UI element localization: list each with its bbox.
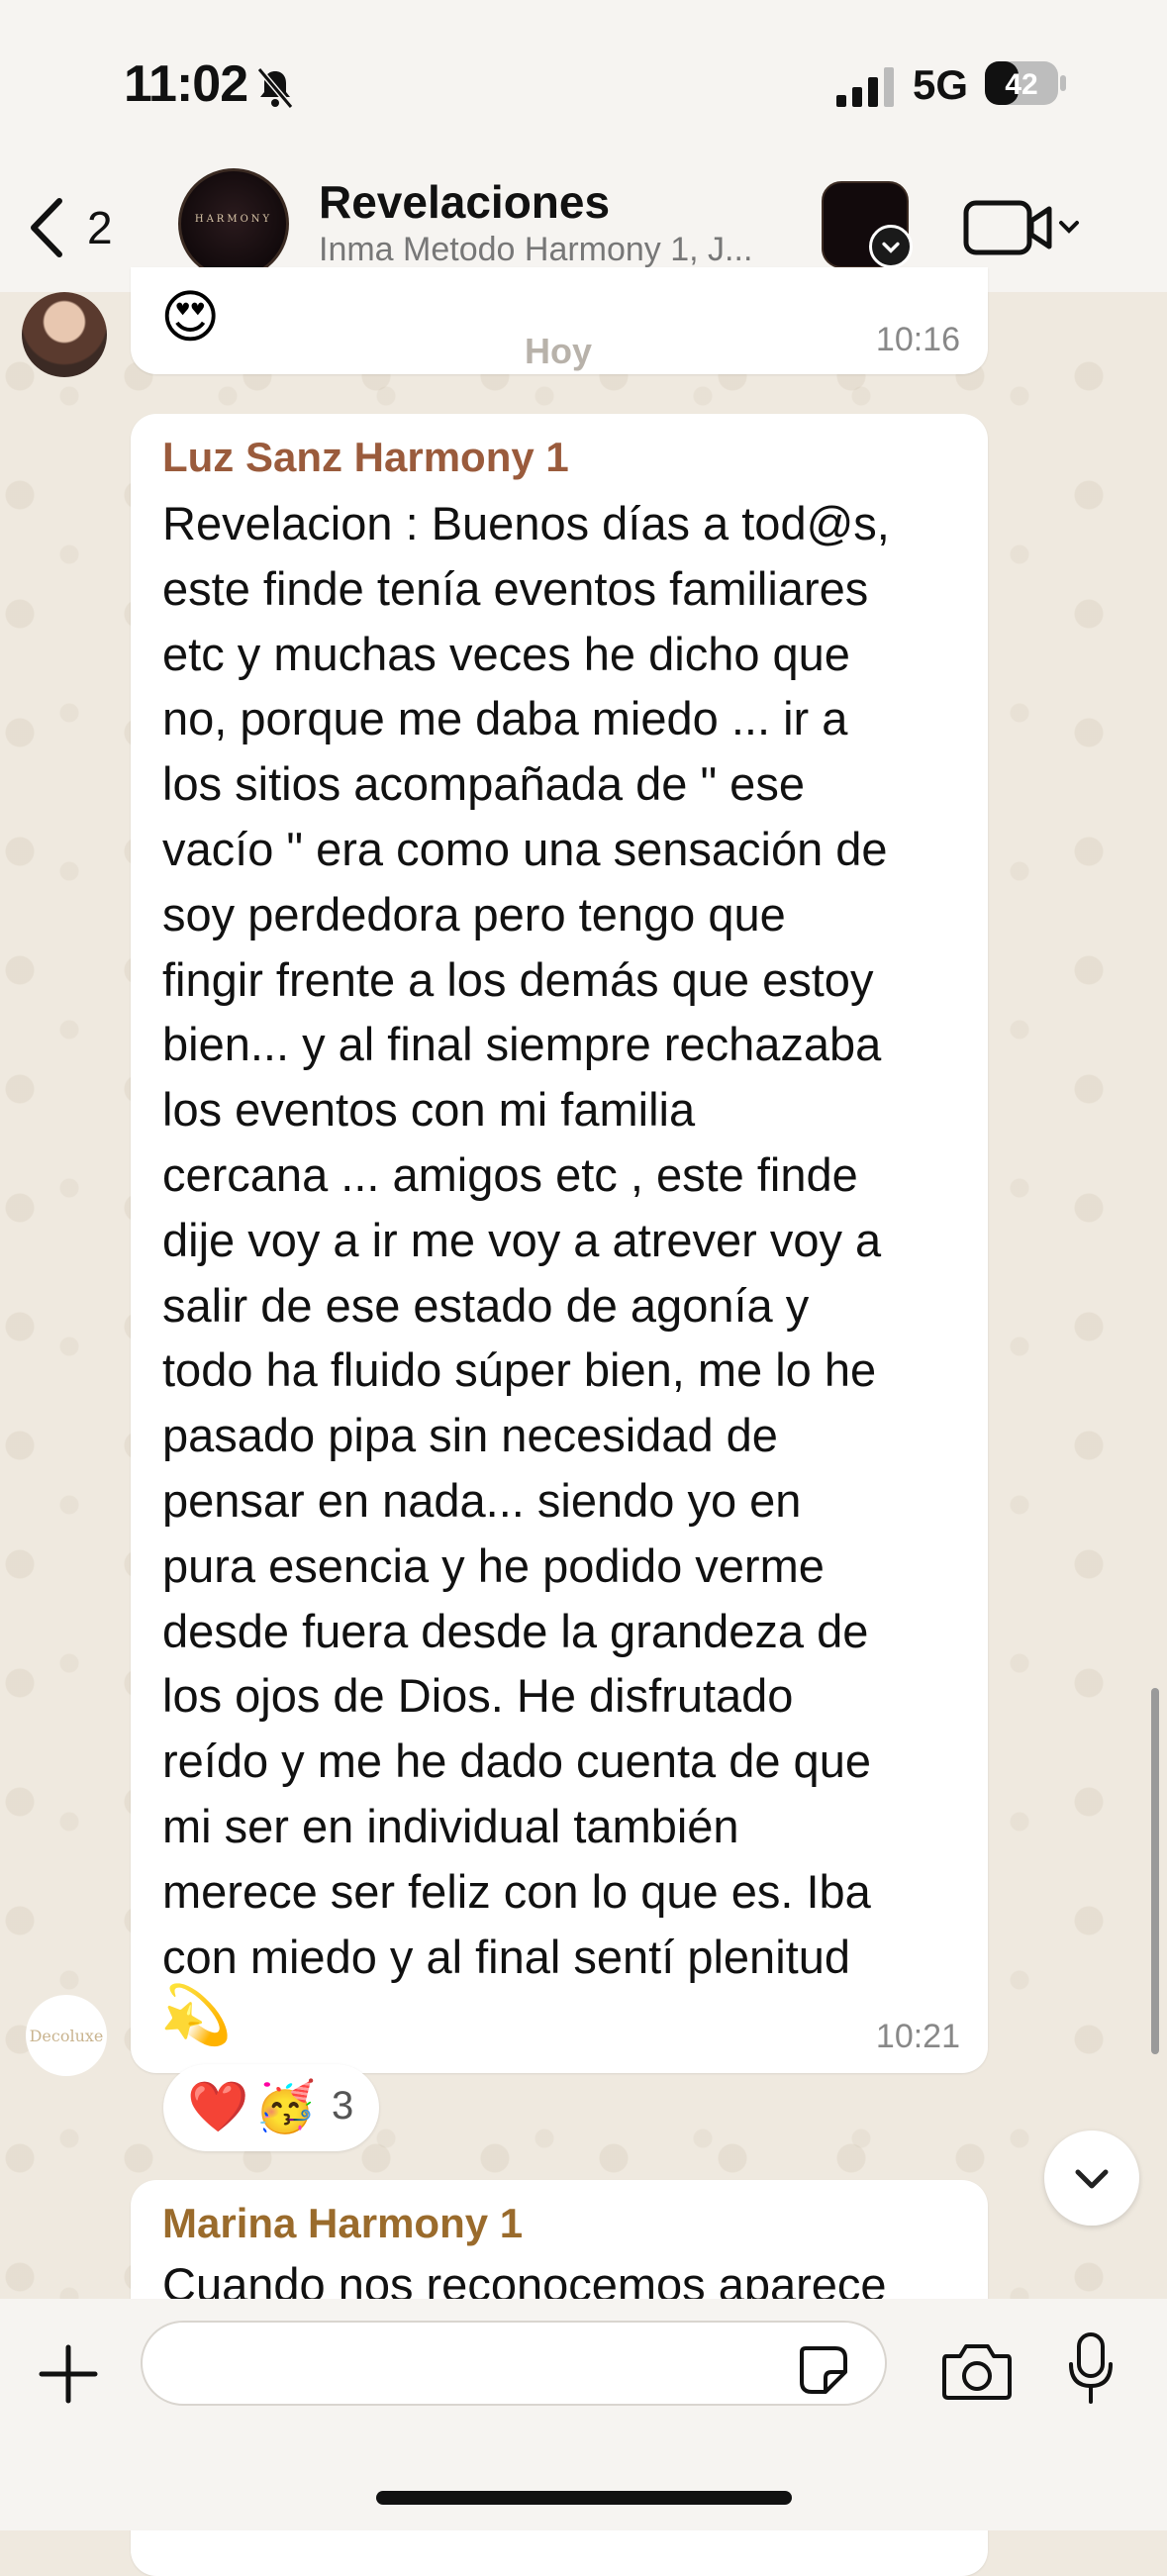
battery-icon: 42 (985, 61, 1066, 105)
camera-icon[interactable] (940, 2340, 1014, 2402)
back-chevron-icon[interactable] (22, 193, 71, 262)
company-logo: Decoluxe (26, 1995, 107, 2076)
message-time: 10:21 (875, 2018, 960, 2055)
message-emoji: 💫 (160, 1983, 233, 2047)
message-input[interactable] (141, 2321, 887, 2406)
chevron-down-badge-icon (869, 225, 913, 268)
sender-name[interactable]: Marina Harmony 1 (162, 2200, 523, 2247)
group-title[interactable]: Revelaciones (319, 175, 610, 229)
message-text: Revelacion : Buenos días a tod@s, este f… (162, 497, 890, 1983)
party-reaction: 🥳 (254, 2079, 317, 2134)
unread-count[interactable]: 2 (87, 201, 113, 254)
day-separator: Hoy (525, 331, 593, 371)
plus-icon[interactable] (38, 2343, 99, 2405)
sticker-icon[interactable] (796, 2342, 851, 2398)
microphone-icon[interactable] (1065, 2330, 1117, 2406)
heart-reaction: ❤️ (187, 2079, 249, 2134)
group-avatar[interactable]: HARMONY (178, 168, 289, 279)
reaction-count: 3 (332, 2084, 354, 2128)
scroll-to-bottom-button[interactable] (1044, 2130, 1139, 2226)
sender-avatar[interactable] (22, 292, 107, 377)
composer-bar (0, 2299, 1167, 2530)
message-bubble-main[interactable]: Luz Sanz Harmony 1 Revelacion : Buenos d… (131, 414, 988, 2073)
scrollbar[interactable] (1151, 1688, 1159, 2054)
status-time: 11:02 (124, 55, 248, 113)
signal-icon (836, 67, 894, 107)
group-avatar-brand: HARMONY (194, 214, 273, 225)
group-members[interactable]: Inma Metodo Harmony 1, J... (319, 231, 752, 269)
video-call-icon[interactable] (962, 193, 1081, 262)
reactions-pill[interactable]: ❤️ 🥳 3 (163, 2064, 379, 2151)
status-bar: 11:02 5G 42 (0, 0, 1167, 163)
battery-level: 42 (1005, 68, 1037, 101)
message-emoji: 😍 (160, 285, 221, 349)
sender-name[interactable]: Luz Sanz Harmony 1 (162, 434, 569, 481)
message-time: 10:16 (875, 321, 960, 358)
chevron-down-icon (1075, 2169, 1109, 2189)
company-logo-text: Decoluxe (29, 2027, 104, 2045)
home-indicator[interactable] (376, 2491, 792, 2505)
network-type: 5G (913, 61, 969, 108)
bell-off-icon (256, 67, 294, 109)
